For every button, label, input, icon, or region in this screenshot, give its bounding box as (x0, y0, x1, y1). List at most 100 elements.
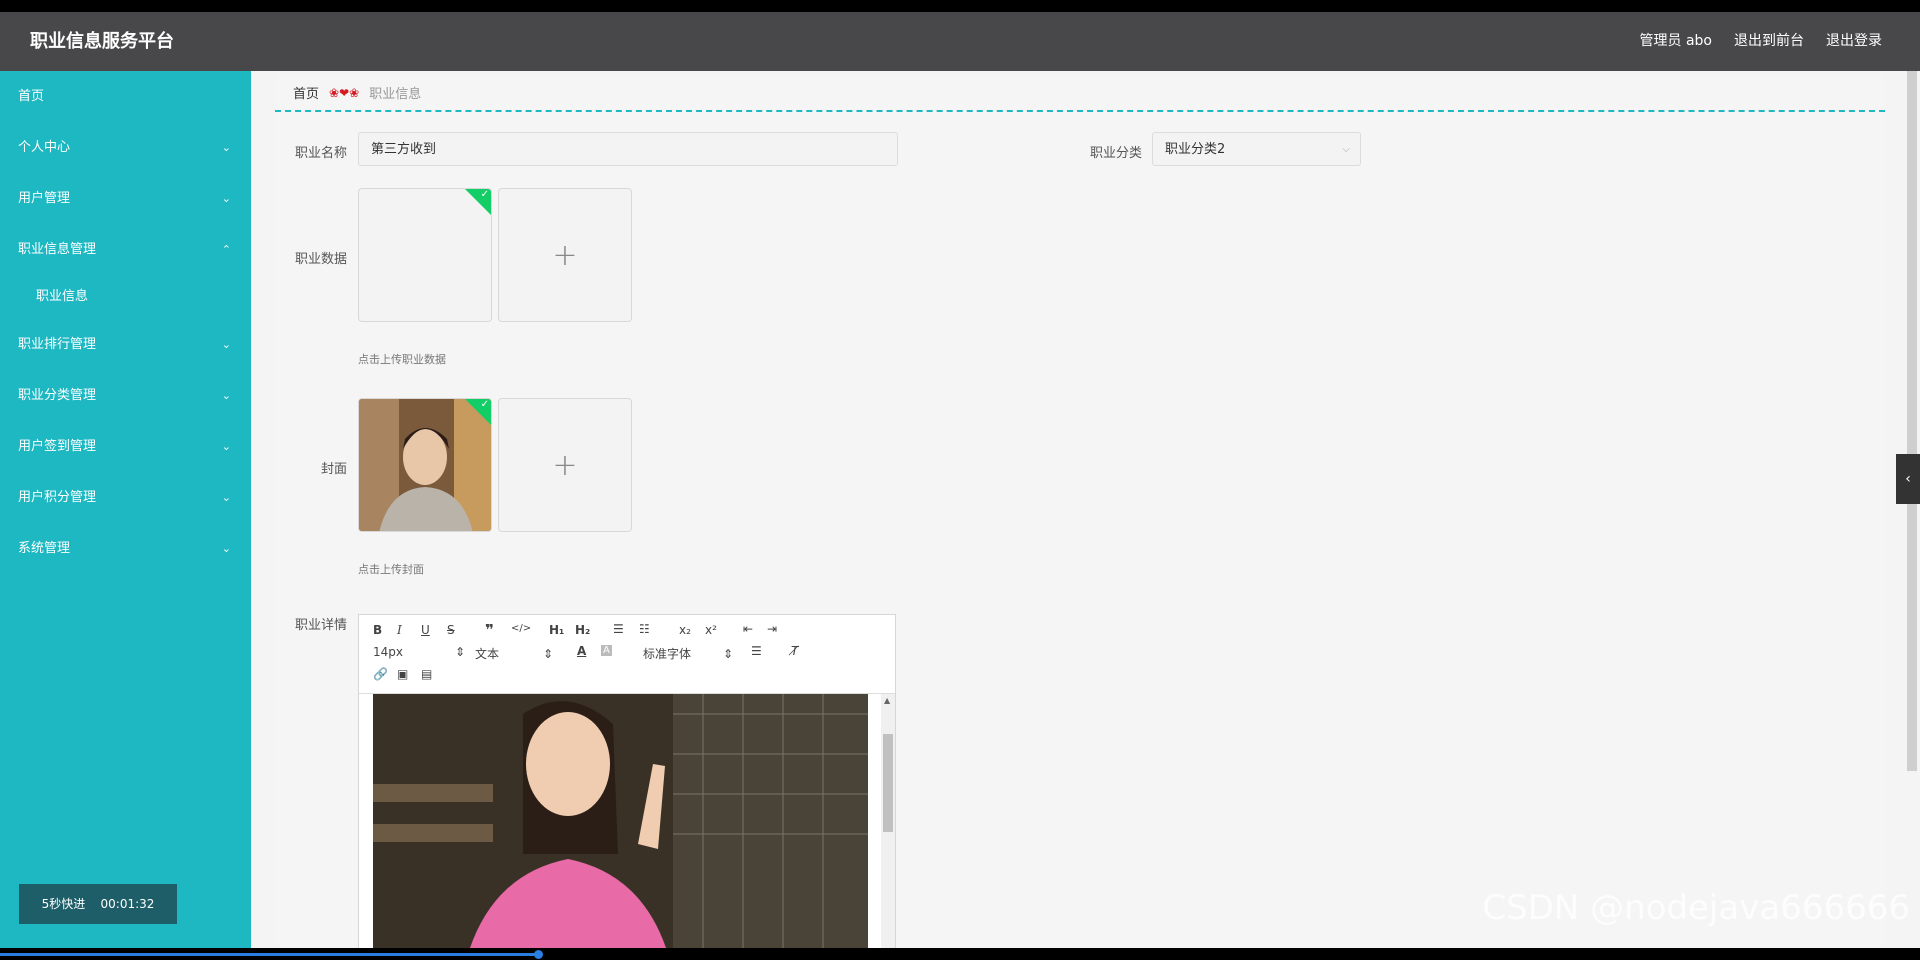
ordered-list-icon[interactable]: ☰ (613, 622, 624, 636)
cover-image-thumb[interactable]: ✓ (358, 398, 492, 532)
job-category-select[interactable]: 职业分类2 ⌵ (1152, 132, 1361, 166)
editor-scrollbar[interactable]: ▲ (881, 694, 895, 948)
blockquote-icon[interactable]: ❞ (485, 621, 494, 639)
job-name-input[interactable]: 第三方收到 (358, 132, 898, 166)
job-data-hint: 点击上传职业数据 (358, 353, 446, 366)
sidebar-item-job-category-management[interactable]: 职业分类管理 ⌄ (0, 370, 251, 421)
sidebar-item-home[interactable]: 首页 (0, 71, 251, 122)
dashed-divider (275, 110, 1885, 112)
image-icon[interactable]: ▣ (397, 667, 408, 681)
background-color-icon[interactable]: A (601, 645, 612, 656)
video-progress-bar[interactable] (0, 948, 1920, 960)
progress-handle[interactable] (533, 950, 543, 959)
plus-icon: + (552, 448, 578, 483)
cover-hint: 点击上传封面 (358, 563, 424, 576)
editor-scroll-thumb[interactable] (883, 734, 893, 832)
font-size-select[interactable]: 14px ⇕ (373, 645, 465, 659)
editor-content[interactable] (373, 694, 868, 948)
scroll-up-icon[interactable]: ▲ (884, 696, 890, 705)
font-size-value: 14px (373, 645, 403, 659)
sidebar-menu: 首页 个人中心 ⌄ 用户管理 ⌄ 职业信息管理 ⌃ 职业信息 职业排行管理 ⌄ 职业分类… (0, 71, 251, 574)
text-color-icon[interactable]: A (577, 644, 586, 658)
sidebar-subitem-job-info[interactable]: 职业信息 (0, 275, 251, 319)
watermark: CSDN @nodejava666666 (1482, 888, 1910, 928)
fast-forward-timer[interactable]: 5秒快进 00:01:32 (19, 884, 177, 924)
code-icon[interactable]: </> (511, 623, 531, 634)
content-photo (373, 694, 868, 948)
page-scrollbar[interactable] (1907, 71, 1917, 771)
job-detail-label: 职业详情 (294, 618, 347, 633)
strikethrough-icon[interactable]: S (447, 623, 455, 637)
check-icon: ✓ (480, 189, 489, 200)
chevron-down-icon: ⌄ (221, 542, 231, 555)
app-title: 职业信息服务平台 (30, 31, 174, 52)
job-data-file-thumb[interactable]: ✓ (358, 188, 492, 322)
sidebar-item-label: 职业信息 (36, 289, 89, 304)
sidebar-item-label: 用户签到管理 (18, 439, 97, 454)
sidebar-item-checkin-management[interactable]: 用户签到管理 ⌄ (0, 421, 251, 472)
video-icon[interactable]: ▤ (421, 667, 432, 681)
sidebar-item-label: 用户积分管理 (18, 490, 97, 505)
job-data-upload-button[interactable]: + (498, 188, 632, 322)
subscript-icon[interactable]: x₂ (679, 623, 691, 637)
plus-icon: + (552, 238, 578, 273)
clear-format-icon[interactable]: T̸ (791, 644, 798, 658)
timer-label: 5秒快进 (41, 897, 86, 911)
top-bar: 职业信息服务平台 管理员 abo 退出到前台 退出登录 (0, 12, 1920, 71)
sidebar-item-points-management[interactable]: 用户积分管理 ⌄ (0, 472, 251, 523)
collapse-panel-button[interactable]: ‹ (1896, 454, 1920, 504)
exit-to-front-link[interactable]: 退出到前台 (1734, 30, 1804, 50)
underline-icon[interactable]: U (421, 623, 430, 637)
block-type-select[interactable]: 文本 ⇕ (475, 645, 553, 662)
chevron-down-icon: ⌄ (221, 389, 231, 402)
chevron-down-icon: ⌄ (221, 440, 231, 453)
sidebar-item-label: 职业分类管理 (18, 388, 97, 403)
sidebar-item-label: 系统管理 (18, 541, 71, 556)
progress-fill (0, 953, 538, 956)
chevron-down-icon: ⌄ (221, 141, 231, 154)
bullet-list-icon[interactable]: ☷ (639, 622, 650, 636)
outdent-icon[interactable]: ⇤ (743, 622, 753, 636)
heading1-icon[interactable]: H₁ (549, 623, 564, 637)
job-name-label: 职业名称 (294, 146, 347, 161)
breadcrumb: 首页 ❀❤❀ 职业信息 (293, 83, 421, 103)
chevron-down-icon: ⌄ (221, 491, 231, 504)
sidebar-item-user-management[interactable]: 用户管理 ⌄ (0, 173, 251, 224)
font-family-select[interactable]: 标准字体 ⇕ (643, 645, 733, 662)
logout-link[interactable]: 退出登录 (1826, 30, 1882, 50)
job-category-value: 职业分类2 (1165, 142, 1226, 157)
chevron-down-icon: ⌄ (221, 338, 231, 351)
updown-icon: ⇕ (723, 647, 734, 661)
link-icon[interactable]: 🔗 (373, 667, 388, 681)
sidebar-item-job-info-management[interactable]: 职业信息管理 ⌃ (0, 224, 251, 275)
check-icon: ✓ (480, 399, 489, 410)
sidebar-item-label: 职业排行管理 (18, 337, 97, 352)
chevron-up-icon: ⌃ (221, 243, 231, 256)
sidebar-item-job-ranking-management[interactable]: 职业排行管理 ⌄ (0, 319, 251, 370)
admin-user[interactable]: 管理员 abo (1640, 30, 1712, 50)
breadcrumb-home[interactable]: 首页 (293, 83, 319, 102)
sidebar-item-system-management[interactable]: 系统管理 ⌄ (0, 523, 251, 574)
job-category-label: 职业分类 (1089, 146, 1142, 161)
timer-value: 00:01:32 (100, 897, 155, 911)
updown-icon: ⇕ (543, 647, 554, 661)
block-type-value: 文本 (475, 647, 500, 661)
superscript-icon[interactable]: x² (705, 623, 717, 637)
sidebar-item-personal-center[interactable]: 个人中心 ⌄ (0, 122, 251, 173)
sidebar-item-label: 个人中心 (18, 140, 71, 155)
cover-upload-button[interactable]: + (498, 398, 632, 532)
job-data-label: 职业数据 (294, 252, 347, 267)
main-content: 首页 ❀❤❀ 职业信息 职业名称 第三方收到 职业分类 职业分类2 ⌵ 职业数据… (251, 71, 1920, 948)
sidebar-item-label: 职业信息管理 (18, 242, 97, 257)
font-family-value: 标准字体 (643, 647, 692, 661)
align-icon[interactable]: ☰ (751, 644, 762, 658)
form-card: 首页 ❀❤❀ 职业信息 职业名称 第三方收到 职业分类 职业分类2 ⌵ 职业数据… (275, 75, 1885, 948)
heading2-icon[interactable]: H₂ (575, 623, 590, 637)
italic-icon[interactable]: I (397, 623, 402, 637)
rich-text-editor[interactable]: B I U S ❞ </> H₁ H₂ ☰ ☷ x₂ x² ⇤ ⇥ 14px ⇕ … (358, 614, 896, 948)
chevron-left-icon: ‹ (1905, 471, 1911, 487)
indent-icon[interactable]: ⇥ (767, 622, 777, 636)
sidebar: 首页 个人中心 ⌄ 用户管理 ⌄ 职业信息管理 ⌃ 职业信息 职业排行管理 ⌄ 职业分类… (0, 71, 251, 948)
top-right-actions: 管理员 abo 退出到前台 退出登录 (1640, 30, 1882, 50)
bold-icon[interactable]: B (373, 623, 382, 637)
